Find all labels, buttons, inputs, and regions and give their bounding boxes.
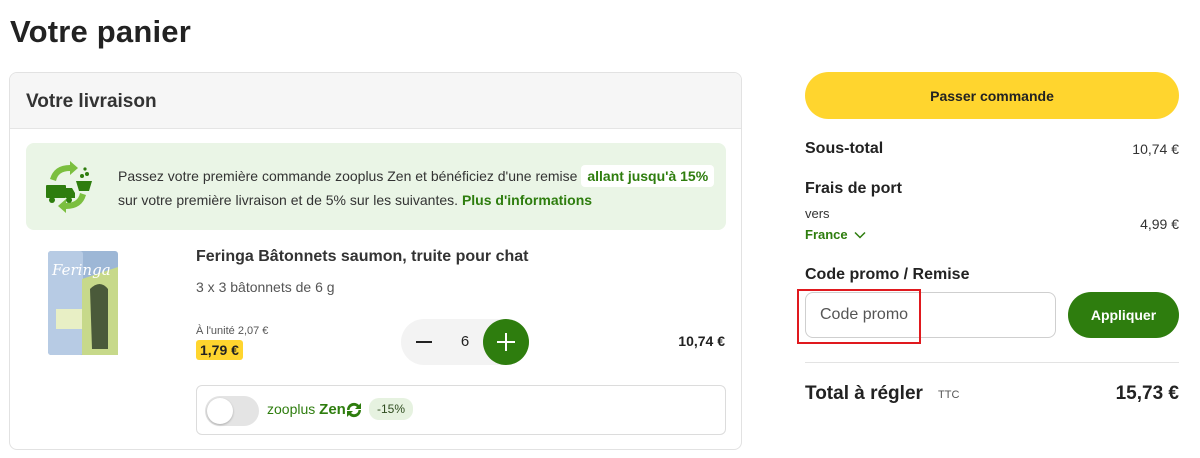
promo-text-after: sur votre première livraison et de 5% su… xyxy=(118,192,459,208)
plus-icon xyxy=(497,333,515,351)
subtotal-label: Sous-total xyxy=(805,140,884,157)
zen-discount-badge: -15% xyxy=(369,398,414,420)
promo-code-input[interactable] xyxy=(805,292,1056,338)
increase-quantity-button[interactable] xyxy=(483,319,529,365)
line-total: 10,74 € xyxy=(678,333,725,349)
product-variant: 3 x 3 bâtonnets de 6 g xyxy=(196,279,335,295)
shipping-label: Frais de port xyxy=(805,180,902,197)
more-info-link[interactable]: Plus d'informations xyxy=(462,192,592,208)
country-selector[interactable]: France xyxy=(805,227,866,242)
promo-highlight: allant jusqu'à 15% xyxy=(581,165,715,187)
decrease-quantity-button[interactable] xyxy=(401,319,447,365)
shipping-value: 4,99 € xyxy=(1140,216,1179,232)
zen-promo-banner: Passez votre première commande zooplus Z… xyxy=(26,143,726,230)
price-badge: 1,79 € xyxy=(196,340,243,360)
delivery-truck-recycle-icon xyxy=(46,161,92,213)
apply-promo-button[interactable]: Appliquer xyxy=(1068,292,1179,338)
checkout-button[interactable]: Passer commande xyxy=(805,72,1179,119)
total-value: 15,73 € xyxy=(1115,383,1179,404)
toggle-knob xyxy=(207,398,233,424)
delivery-card: Votre livraison Passez votre première co… xyxy=(9,72,742,450)
zen-toggle[interactable] xyxy=(205,396,259,426)
country-name: France xyxy=(805,227,848,242)
summary-divider xyxy=(805,362,1179,363)
zen-recycle-icon xyxy=(346,402,362,418)
zen-logo-prefix: zooplus xyxy=(267,401,316,417)
product-image[interactable]: Feringa xyxy=(38,249,130,359)
promo-code-label: Code promo / Remise xyxy=(805,266,970,283)
product-name[interactable]: Feringa Bâtonnets saumon, truite pour ch… xyxy=(196,248,528,266)
zen-logo: zooplus Zen xyxy=(267,401,346,418)
zen-subscription-option: zooplus Zen -15% xyxy=(196,385,726,435)
quantity-stepper: 6 xyxy=(401,319,529,365)
promo-text-before: Passez votre première commande zooplus Z… xyxy=(118,168,578,184)
total-label: Total à régler xyxy=(805,383,923,404)
delivery-header: Votre livraison xyxy=(10,73,741,129)
page-title: Votre panier xyxy=(10,14,191,49)
shipping-to-label: vers xyxy=(805,206,830,221)
minus-icon xyxy=(416,341,432,343)
promo-text: Passez votre première commande zooplus Z… xyxy=(118,164,718,212)
total-tax-suffix: TTC xyxy=(938,389,960,401)
chevron-down-icon xyxy=(854,231,866,239)
subtotal-value: 10,74 € xyxy=(1132,141,1179,157)
unit-price: À l'unité 2,07 € xyxy=(196,325,269,337)
product-image-brand: Feringa xyxy=(51,261,111,279)
quantity-value[interactable]: 6 xyxy=(447,319,483,365)
zen-logo-suffix: Zen xyxy=(319,401,346,418)
